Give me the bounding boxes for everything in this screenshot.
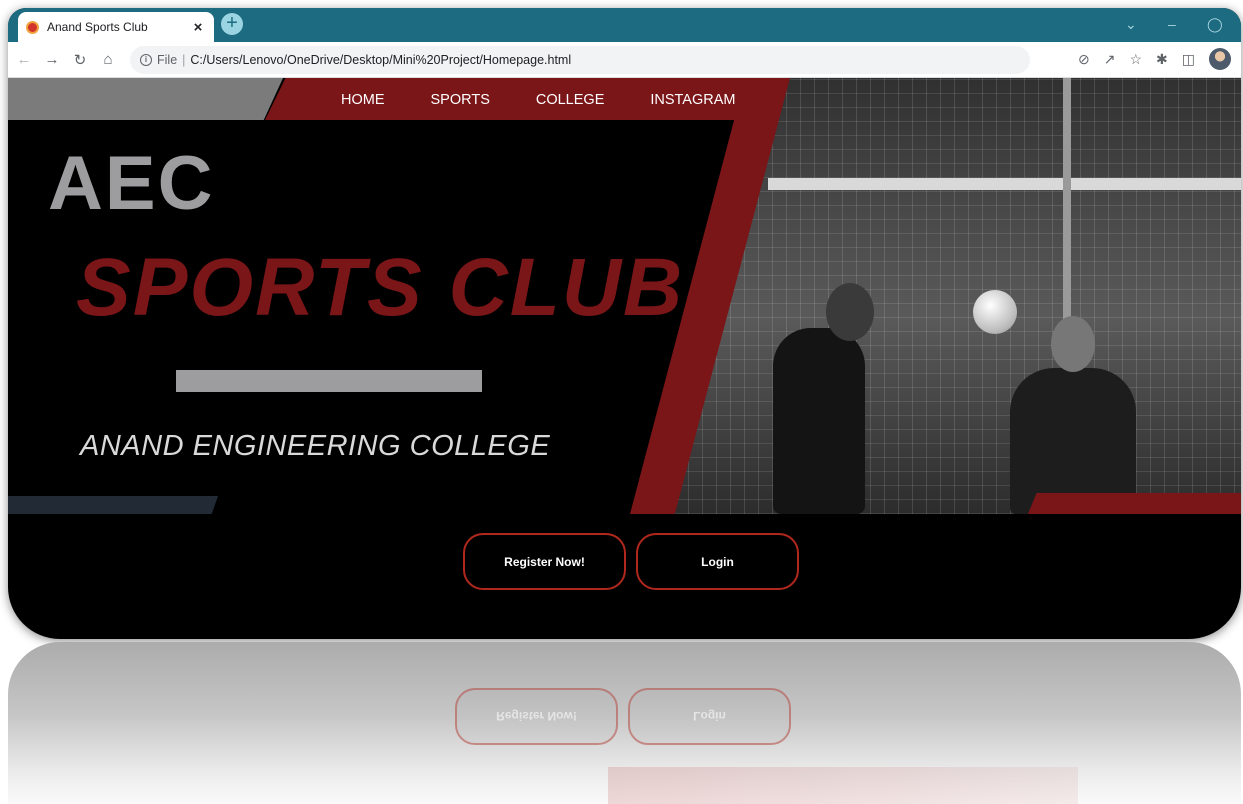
chevron-down-icon[interactable]: ⌄ — [1125, 16, 1137, 33]
window-reflection: Register Now! Login — [8, 642, 1241, 804]
tab-close-icon[interactable]: × — [190, 19, 206, 36]
browser-window: Anand Sports Club × + ⌄ – ◯ ← → ↻ ⌂ i Fi… — [8, 8, 1241, 639]
nav-instagram[interactable]: INSTAGRAM — [650, 92, 735, 108]
tab-title: Anand Sports Club — [47, 20, 148, 34]
register-button[interactable]: Register Now! — [463, 533, 626, 590]
home-icon[interactable]: ⌂ — [96, 51, 120, 68]
back-icon[interactable]: ← — [12, 51, 36, 68]
reflected-buttons: Register Now! Login — [455, 688, 791, 745]
action-buttons: Register Now! Login — [463, 533, 799, 590]
extensions-icon[interactable]: ✱ — [1156, 51, 1168, 68]
goal-crossbar — [768, 178, 1241, 190]
toolbar-actions: ⊘ ↗ ☆ ✱ ◫ — [1078, 48, 1231, 70]
hero-subtitle: ANAND ENGINEERING COLLEGE — [80, 430, 551, 462]
bottom-red-strip — [1028, 493, 1241, 514]
url-text: C:/Users/Lenovo/OneDrive/Desktop/Mini%20… — [190, 52, 572, 67]
hero-title-aec: AEC — [48, 141, 215, 226]
login-button[interactable]: Login — [636, 533, 799, 590]
nav-college[interactable]: COLLEGE — [536, 92, 605, 108]
reflected-login-button: Login — [628, 688, 791, 745]
player-kicker — [773, 328, 865, 514]
reflected-red-strip — [608, 767, 1078, 804]
player-kicker-head — [826, 283, 874, 341]
url-scheme: File — [157, 52, 178, 67]
nav-sports[interactable]: SPORTS — [431, 92, 490, 108]
share-icon[interactable]: ↗ — [1104, 51, 1116, 68]
minimize-icon[interactable]: – — [1168, 16, 1176, 32]
url-separator: | — [182, 52, 186, 67]
forward-icon[interactable]: → — [40, 51, 64, 68]
star-icon[interactable]: ☆ — [1129, 51, 1142, 68]
tab-anand-sports-club[interactable]: Anand Sports Club × — [18, 12, 214, 42]
main-nav: HOME SPORTS COLLEGE INSTAGRAM — [341, 92, 735, 108]
hero-title-sports-club: SPORTS CLUB — [76, 242, 685, 333]
tab-strip: Anand Sports Club × + ⌄ – ◯ — [8, 8, 1241, 42]
site-favicon-icon — [26, 20, 39, 34]
gray-top-strip — [8, 78, 283, 120]
sidepanel-icon[interactable]: ◫ — [1182, 51, 1195, 68]
goalkeeper — [1010, 368, 1136, 514]
address-bar[interactable]: i File | C:/Users/Lenovo/OneDrive/Deskto… — [130, 45, 1030, 74]
nav-home[interactable]: HOME — [341, 92, 385, 108]
reload-icon[interactable]: ↻ — [68, 51, 92, 69]
new-tab-button[interactable]: + — [221, 13, 243, 35]
browser-toolbar: ← → ↻ ⌂ i File | C:/Users/Lenovo/OneDriv… — [8, 42, 1241, 78]
site-info-icon[interactable]: i — [140, 53, 152, 66]
reflected-register-button: Register Now! — [455, 688, 618, 745]
football-ball — [973, 290, 1017, 334]
restore-icon[interactable]: ◯ — [1207, 16, 1223, 33]
goalkeeper-head — [1051, 316, 1095, 372]
eye-off-icon[interactable]: ⊘ — [1078, 51, 1090, 68]
profile-avatar[interactable] — [1209, 48, 1231, 70]
hero-banner: HOME SPORTS COLLEGE INSTAGRAM AEC SPORTS… — [8, 78, 1241, 514]
hero-divider — [176, 370, 482, 392]
bottom-gray-strip — [8, 496, 218, 514]
